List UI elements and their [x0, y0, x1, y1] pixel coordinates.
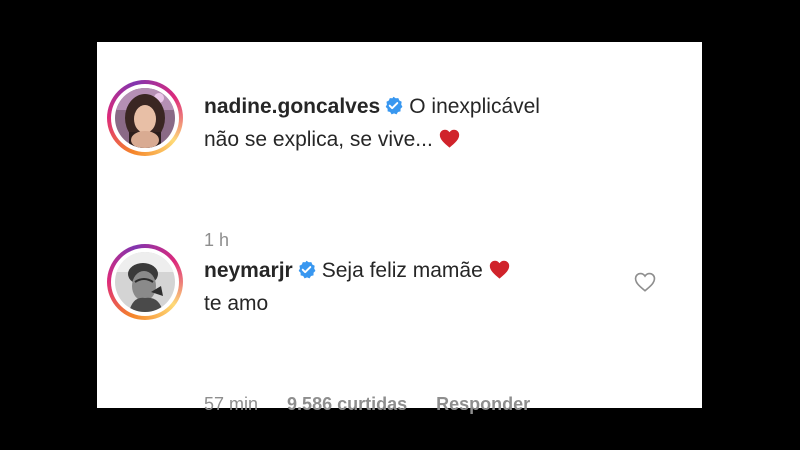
comment-time[interactable]: 1 h — [204, 230, 229, 250]
comment-meta: 1 h — [204, 230, 253, 251]
avatar-frame — [111, 248, 179, 316]
verified-badge-icon — [298, 260, 316, 279]
avatar[interactable] — [115, 252, 175, 312]
verified-badge-icon — [385, 96, 403, 115]
avatar[interactable] — [115, 88, 175, 148]
comment-time[interactable]: 57 min — [204, 394, 258, 414]
red-heart-icon — [489, 260, 509, 279]
comment-body-line-1: O inexplicável — [409, 95, 540, 118]
woman-profile-photo-icon — [115, 88, 175, 148]
likes-count[interactable]: 9.586 curtidas — [287, 394, 407, 414]
red-heart-icon — [439, 129, 459, 148]
avatar-frame — [111, 84, 179, 152]
comment-body-line-2: te amo — [204, 292, 269, 315]
reply-button[interactable]: Responder — [436, 394, 530, 414]
man-profile-photo-icon — [115, 252, 175, 312]
username[interactable]: neymarjr — [204, 259, 293, 282]
comments-panel: nadine.goncalves O inexplicável não se e… — [97, 42, 702, 414]
story-ring[interactable] — [107, 80, 183, 156]
username[interactable]: nadine.goncalves — [204, 95, 380, 118]
comment-body-line-1: Seja feliz mamãe — [321, 259, 483, 282]
comment-body-line-2: não se explica, se vive... — [204, 128, 433, 151]
like-heart-icon[interactable] — [634, 272, 656, 292]
comment-text: nadine.goncalves O inexplicável não se e… — [204, 90, 644, 156]
comment-text: neymarjr Seja feliz mamãe te amo — [204, 254, 644, 320]
comment-meta: 57 min 9.586 curtidas Responder — [204, 394, 554, 415]
story-ring[interactable] — [107, 244, 183, 320]
